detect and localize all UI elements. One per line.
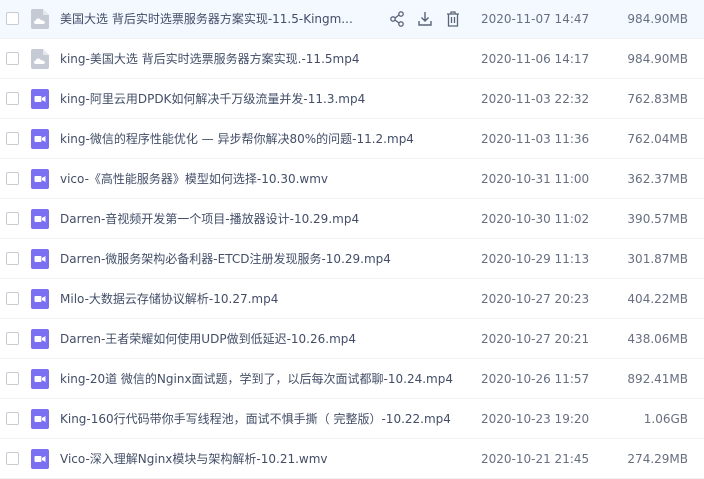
file-row[interactable]: Vico-深入理解Nginx模块与架构解析-10.21.wmv 2020-10-… [0,439,704,479]
file-date: 2020-10-21 21:45 [481,452,590,466]
file-size: 301.87MB [627,252,688,266]
file-name[interactable]: King-160行代码带你手写线程池，面试不惧手撕（ 完整版）-10.22.mp… [60,399,451,439]
file-size: 362.37MB [627,172,688,186]
download-icon[interactable] [416,9,434,29]
file-size: 762.83MB [627,92,688,106]
file-date: 2020-10-31 11:00 [481,172,590,186]
file-date: 2020-11-03 22:32 [481,92,590,106]
file-row[interactable]: 美国大选 背后实时选票服务器方案实现-11.5-Kingm... 2020-11… [0,0,704,39]
row-checkbox[interactable] [6,132,19,145]
file-date: 2020-10-26 11:57 [481,372,590,386]
row-checkbox[interactable] [6,212,19,225]
file-size: 762.04MB [627,132,688,146]
file-size: 1.06GB [643,412,688,426]
video-file-icon [31,449,49,469]
file-date: 2020-10-30 11:02 [481,212,590,226]
file-date: 2020-10-29 11:13 [481,252,590,266]
file-size: 404.22MB [627,292,688,306]
file-name[interactable]: vico-《高性能服务器》模型如何选择-10.30.wmv [60,159,328,199]
file-date: 2020-10-23 19:20 [481,412,590,426]
row-actions [388,9,468,29]
row-checkbox[interactable] [6,92,19,105]
file-row[interactable]: King-160行代码带你手写线程池，面试不惧手撕（ 完整版）-10.22.mp… [0,399,704,439]
share-icon[interactable] [388,9,406,29]
file-size: 892.41MB [627,372,688,386]
file-row[interactable]: Milo-大数据云存储协议解析-10.27.mp4 2020-10-27 20:… [0,279,704,319]
file-date: 2020-11-06 14:17 [481,52,590,66]
file-size: 984.90MB [627,12,688,26]
row-checkbox[interactable] [6,452,19,465]
file-date: 2020-11-03 11:36 [481,132,590,146]
file-size: 390.57MB [627,212,688,226]
file-size: 984.90MB [627,52,688,66]
video-file-icon [31,209,49,229]
file-name[interactable]: 美国大选 背后实时选票服务器方案实现-11.5-Kingm... [60,0,353,39]
video-file-icon [31,129,49,149]
file-name[interactable]: Darren-王者荣耀如何使用UDP做到低延迟-10.26.mp4 [60,319,356,359]
delete-icon[interactable] [444,9,462,29]
file-row[interactable]: Darren-王者荣耀如何使用UDP做到低延迟-10.26.mp4 2020-1… [0,319,704,359]
file-name[interactable]: king-20道 微信的Nginx面试题，学到了，以后每次面试都聊-10.24.… [60,359,453,399]
cloud-file-icon [31,9,49,29]
video-file-icon [31,409,49,429]
file-date: 2020-10-27 20:23 [481,292,590,306]
video-file-icon [31,249,49,269]
cloud-file-icon [31,49,49,69]
row-checkbox[interactable] [6,252,19,265]
file-name[interactable]: Vico-深入理解Nginx模块与架构解析-10.21.wmv [60,439,328,479]
file-list: 美国大选 背后实时选票服务器方案实现-11.5-Kingm... 2020-11… [0,0,704,479]
file-name[interactable]: Milo-大数据云存储协议解析-10.27.mp4 [60,279,278,319]
file-name[interactable]: Darren-微服务架构必备利器-ETCD注册发现服务-10.29.mp4 [60,239,391,279]
file-row[interactable]: king-微信的程序性能优化 — 异步帮你解决80%的问题-11.2.mp4 2… [0,119,704,159]
video-file-icon [31,289,49,309]
file-row[interactable]: vico-《高性能服务器》模型如何选择-10.30.wmv 2020-10-31… [0,159,704,199]
video-file-icon [31,369,49,389]
file-size: 438.06MB [627,332,688,346]
row-checkbox[interactable] [6,52,19,65]
file-row[interactable]: king-20道 微信的Nginx面试题，学到了，以后每次面试都聊-10.24.… [0,359,704,399]
row-checkbox[interactable] [6,372,19,385]
file-row[interactable]: Darren-音视频开发第一个项目-播放器设计-10.29.mp4 2020-1… [0,199,704,239]
file-name[interactable]: king-美国大选 背后实时选票服务器方案实现.-11.5mp4 [60,39,359,79]
file-name[interactable]: Darren-音视频开发第一个项目-播放器设计-10.29.mp4 [60,199,359,239]
video-file-icon [31,329,49,349]
video-file-icon [31,89,49,109]
file-date: 2020-10-27 20:21 [481,332,590,346]
file-date: 2020-11-07 14:47 [481,12,590,26]
file-size: 274.29MB [627,452,688,466]
row-checkbox[interactable] [6,292,19,305]
file-name[interactable]: king-微信的程序性能优化 — 异步帮你解决80%的问题-11.2.mp4 [60,119,414,159]
row-checkbox[interactable] [6,12,19,25]
row-checkbox[interactable] [6,172,19,185]
file-row[interactable]: king-美国大选 背后实时选票服务器方案实现.-11.5mp4 2020-11… [0,39,704,79]
row-checkbox[interactable] [6,412,19,425]
file-row[interactable]: king-阿里云用DPDK如何解决千万级流量并发-11.3.mp4 2020-1… [0,79,704,119]
file-row[interactable]: Darren-微服务架构必备利器-ETCD注册发现服务-10.29.mp4 20… [0,239,704,279]
row-checkbox[interactable] [6,332,19,345]
video-file-icon [31,169,49,189]
file-name[interactable]: king-阿里云用DPDK如何解决千万级流量并发-11.3.mp4 [60,79,365,119]
